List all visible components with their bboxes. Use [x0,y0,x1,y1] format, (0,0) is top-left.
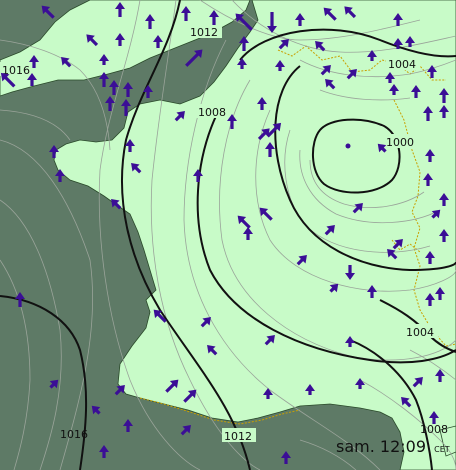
timestamp-time: 12:09 [379,437,427,456]
isobar-label: 1004 [406,326,434,339]
observation-timestamp: sam. 12:09 CET [336,437,450,456]
isobar-label: 1008 [420,423,448,436]
isobar-label: 1008 [198,106,226,119]
timestamp-day: sam. [336,437,375,456]
isobar-label: 1004 [388,58,416,71]
isobar-label: 1016 [60,428,88,441]
isobar-label: 1012 [224,430,252,443]
weather-map: 1012 1016 1004 1008 1000 1004 1016 1012 … [0,0,456,470]
timestamp-zone: CET [434,445,450,454]
map-canvas: 1012 1016 1004 1008 1000 1004 1016 1012 … [0,0,456,470]
low-center-marker [345,143,351,149]
isobar-label: 1000 [386,136,414,149]
isobar-label: 1012 [190,26,218,39]
